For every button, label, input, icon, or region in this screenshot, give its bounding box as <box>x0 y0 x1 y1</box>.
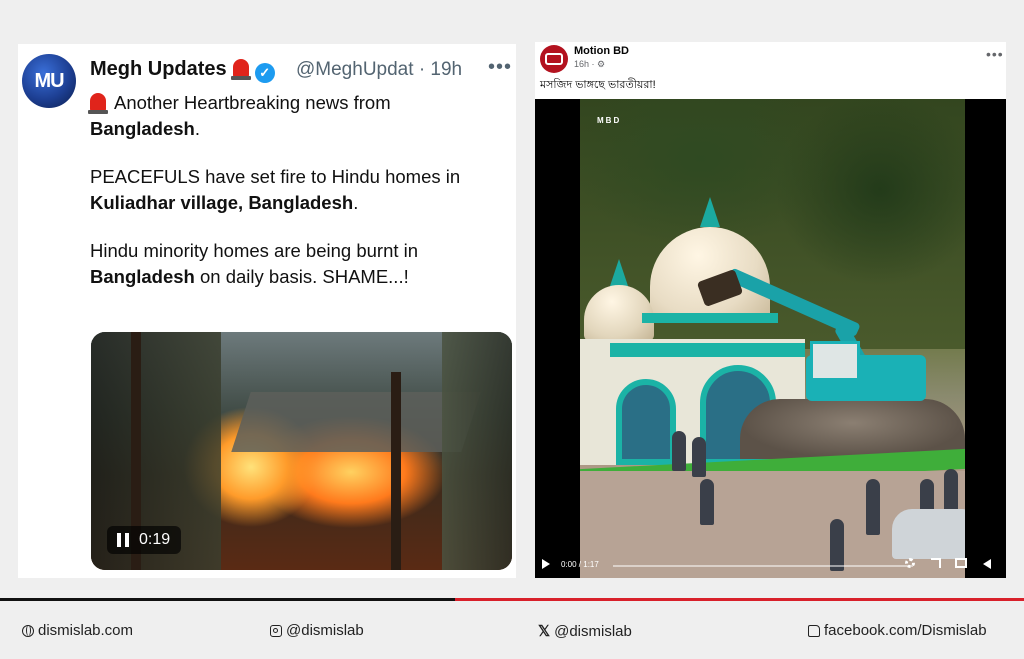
thumbs-up-icon <box>808 624 820 637</box>
verified-badge-icon: ✓ <box>254 63 275 83</box>
globe-icon <box>22 624 34 637</box>
expand-icon[interactable] <box>931 558 941 568</box>
tweet-text: Another Heartbreaking news from Banglade… <box>88 92 461 287</box>
play-icon[interactable] <box>542 559 550 569</box>
siren-icon <box>88 93 108 114</box>
video-progress-bar[interactable] <box>613 565 913 567</box>
website-link[interactable]: dismislab.com <box>22 622 133 639</box>
facebook-post-card: Motion BD 16h · ⚙ ••• মসজিদ ভাঙ্গছে ভারত… <box>535 42 1006 578</box>
settings-gear-icon[interactable] <box>905 558 915 568</box>
author-handle[interactable]: @MeghUpdat · 19h <box>296 59 462 81</box>
picture-in-picture-icon[interactable] <box>955 558 967 568</box>
more-options-icon[interactable]: ••• <box>488 56 512 79</box>
mosque-demolition-image: MBD <box>580 99 965 578</box>
page-name[interactable]: Motion BD <box>574 45 629 57</box>
post-caption: মসজিদ ভাঙ্গছে ভারতীয়রা! <box>540 79 656 91</box>
facebook-link[interactable]: facebook.com/Dismislab <box>808 622 987 639</box>
pause-icon <box>117 533 129 547</box>
tweet-video[interactable]: 0:19 <box>91 332 512 570</box>
video-controls: 0:00 / 1:17 <box>535 554 1006 578</box>
siren-icon <box>230 59 251 80</box>
watermark: MBD <box>597 116 622 125</box>
page-avatar[interactable] <box>540 45 568 73</box>
author-name[interactable]: Megh Updates ✓ <box>90 58 275 83</box>
instagram-icon <box>270 624 282 637</box>
instagram-link[interactable]: @dismislab <box>270 622 364 639</box>
avatar[interactable]: MU <box>22 54 76 108</box>
post-video[interactable]: MBD 0:00 / 1:17 <box>535 99 1006 578</box>
footer: dismislab.com @dismislab 𝕏 @dismislab fa… <box>0 604 1024 659</box>
post-meta: 16h · ⚙ <box>574 59 606 69</box>
tweet-card: MU Megh Updates ✓ @MeghUpdat · 19h ••• An… <box>18 44 516 578</box>
x-link[interactable]: 𝕏 @dismislab <box>538 622 632 641</box>
video-pause-button[interactable]: 0:19 <box>107 526 181 554</box>
more-options-icon[interactable]: ••• <box>986 46 1004 62</box>
video-time: 0:00 / 1:17 <box>561 560 599 569</box>
volume-icon[interactable] <box>983 559 991 569</box>
x-logo-icon: 𝕏 <box>538 623 551 640</box>
